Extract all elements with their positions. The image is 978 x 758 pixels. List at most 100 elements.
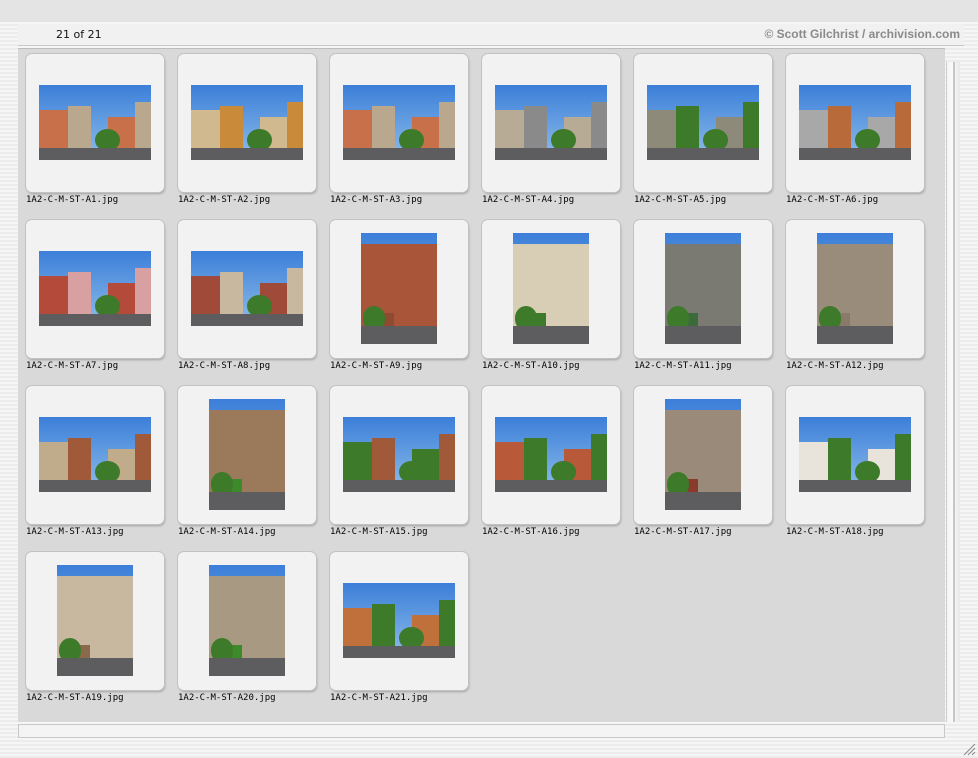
thumbnail-card[interactable] xyxy=(482,220,620,358)
thumbnail-card[interactable] xyxy=(330,54,468,192)
photo-building xyxy=(676,106,699,151)
gallery-header: 21 of 21 © Scott Gilchrist / archivision… xyxy=(18,24,964,46)
photo-building xyxy=(68,272,91,317)
photo-street xyxy=(39,480,151,492)
thumbnail-image[interactable] xyxy=(209,399,285,510)
thumbnail-image[interactable] xyxy=(513,233,589,344)
thumbnail-card[interactable] xyxy=(786,220,924,358)
thumbnail-item[interactable]: 1A2-C-M-ST-A1.jpg xyxy=(18,48,164,205)
thumbnail-image[interactable] xyxy=(57,565,133,676)
photo-building xyxy=(439,600,455,649)
photo-building xyxy=(135,268,151,317)
thumbnail-card[interactable] xyxy=(178,386,316,524)
photo-building xyxy=(591,102,607,151)
thumbnail-item[interactable]: 1A2-C-M-ST-A13.jpg xyxy=(18,380,164,537)
thumbnail-item[interactable]: 1A2-C-M-ST-A3.jpg xyxy=(322,48,468,205)
thumbnail-filename: 1A2-C-M-ST-A20.jpg xyxy=(178,693,276,703)
thumbnail-card[interactable] xyxy=(178,220,316,358)
thumbnail-image[interactable] xyxy=(817,233,893,344)
thumbnail-item[interactable]: 1A2-C-M-ST-A10.jpg xyxy=(474,214,620,371)
thumbnail-card[interactable] xyxy=(26,386,164,524)
thumbnail-card[interactable] xyxy=(482,386,620,524)
thumbnail-card[interactable] xyxy=(482,54,620,192)
thumbnail-card[interactable] xyxy=(178,552,316,690)
thumbnail-image[interactable] xyxy=(209,565,285,676)
thumbnail-item[interactable]: 1A2-C-M-ST-A8.jpg xyxy=(170,214,316,371)
thumbnail-card[interactable] xyxy=(786,386,924,524)
thumbnail-image[interactable] xyxy=(39,417,151,492)
thumbnail-item[interactable]: 1A2-C-M-ST-A6.jpg xyxy=(778,48,924,205)
thumbnail-item[interactable]: 1A2-C-M-ST-A21.jpg xyxy=(322,546,468,703)
thumbnail-item[interactable]: 1A2-C-M-ST-A17.jpg xyxy=(626,380,772,537)
photo-street xyxy=(513,326,589,344)
thumbnail-image[interactable] xyxy=(495,417,607,492)
thumbnail-item[interactable]: 1A2-C-M-ST-A18.jpg xyxy=(778,380,924,537)
thumbnail-filename: 1A2-C-M-ST-A15.jpg xyxy=(330,527,428,537)
thumbnail-item[interactable]: 1A2-C-M-ST-A7.jpg xyxy=(18,214,164,371)
thumbnail-item[interactable]: 1A2-C-M-ST-A19.jpg xyxy=(18,546,164,703)
thumbnail-card[interactable] xyxy=(178,54,316,192)
thumbnail-item[interactable]: 1A2-C-M-ST-A4.jpg xyxy=(474,48,620,205)
thumbnail-filename: 1A2-C-M-ST-A14.jpg xyxy=(178,527,276,537)
thumbnail-item[interactable]: 1A2-C-M-ST-A20.jpg xyxy=(170,546,316,703)
thumbnail-image[interactable] xyxy=(343,417,455,492)
thumbnail-filename: 1A2-C-M-ST-A17.jpg xyxy=(634,527,732,537)
thumbnail-image[interactable] xyxy=(799,417,911,492)
thumbnail-item[interactable]: 1A2-C-M-ST-A11.jpg xyxy=(626,214,772,371)
photo-street xyxy=(665,326,741,344)
thumbnail-filename: 1A2-C-M-ST-A8.jpg xyxy=(178,361,271,371)
thumbnail-image[interactable] xyxy=(191,85,303,160)
thumbnail-card[interactable] xyxy=(330,220,468,358)
thumbnail-card[interactable] xyxy=(26,552,164,690)
thumbnail-item[interactable]: 1A2-C-M-ST-A12.jpg xyxy=(778,214,924,371)
thumbnail-card[interactable] xyxy=(330,552,468,690)
photo-building xyxy=(895,102,911,151)
thumbnail-item[interactable]: 1A2-C-M-ST-A16.jpg xyxy=(474,380,620,537)
thumbnail-filename: 1A2-C-M-ST-A13.jpg xyxy=(26,527,124,537)
thumbnail-item[interactable]: 1A2-C-M-ST-A15.jpg xyxy=(322,380,468,537)
thumbnail-card[interactable] xyxy=(634,54,772,192)
horizontal-scrollbar[interactable] xyxy=(18,724,945,738)
thumbnail-card[interactable] xyxy=(634,386,772,524)
thumbnail-card[interactable] xyxy=(26,220,164,358)
thumbnail-card[interactable] xyxy=(634,220,772,358)
thumbnail-item[interactable]: 1A2-C-M-ST-A14.jpg xyxy=(170,380,316,537)
photo-building xyxy=(828,438,851,483)
photo-building xyxy=(135,102,151,151)
thumbnail-image[interactable] xyxy=(647,85,759,160)
photo-building xyxy=(372,604,395,649)
thumbnail-image[interactable] xyxy=(39,85,151,160)
resize-grip-icon[interactable] xyxy=(962,742,976,756)
photo-building xyxy=(68,106,91,151)
photo-building xyxy=(372,106,395,151)
vertical-scrollbar[interactable] xyxy=(946,62,960,722)
thumbnail-filename: 1A2-C-M-ST-A21.jpg xyxy=(330,693,428,703)
photo-street xyxy=(57,658,133,676)
thumbnail-image[interactable] xyxy=(665,233,741,344)
photo-street xyxy=(209,658,285,676)
thumbnail-filename: 1A2-C-M-ST-A5.jpg xyxy=(634,195,727,205)
thumbnail-item[interactable]: 1A2-C-M-ST-A2.jpg xyxy=(170,48,316,205)
photo-street xyxy=(191,314,303,326)
thumbnail-filename: 1A2-C-M-ST-A6.jpg xyxy=(786,195,879,205)
photo-street xyxy=(817,326,893,344)
thumbnail-image[interactable] xyxy=(361,233,437,344)
photo-street xyxy=(343,646,455,658)
photo-building xyxy=(524,106,547,151)
photo-street xyxy=(799,480,911,492)
image-counter: 21 of 21 xyxy=(56,28,102,41)
thumbnail-card[interactable] xyxy=(786,54,924,192)
thumbnail-image[interactable] xyxy=(343,85,455,160)
photo-street xyxy=(343,148,455,160)
thumbnail-item[interactable]: 1A2-C-M-ST-A9.jpg xyxy=(322,214,468,371)
thumbnail-image[interactable] xyxy=(799,85,911,160)
thumbnail-card[interactable] xyxy=(26,54,164,192)
thumbnail-image[interactable] xyxy=(343,583,455,658)
thumbnail-image[interactable] xyxy=(39,251,151,326)
thumbnail-card[interactable] xyxy=(330,386,468,524)
thumbnail-image[interactable] xyxy=(495,85,607,160)
thumbnail-image[interactable] xyxy=(665,399,741,510)
thumbnail-image[interactable] xyxy=(191,251,303,326)
thumbnail-filename: 1A2-C-M-ST-A1.jpg xyxy=(26,195,119,205)
thumbnail-item[interactable]: 1A2-C-M-ST-A5.jpg xyxy=(626,48,772,205)
